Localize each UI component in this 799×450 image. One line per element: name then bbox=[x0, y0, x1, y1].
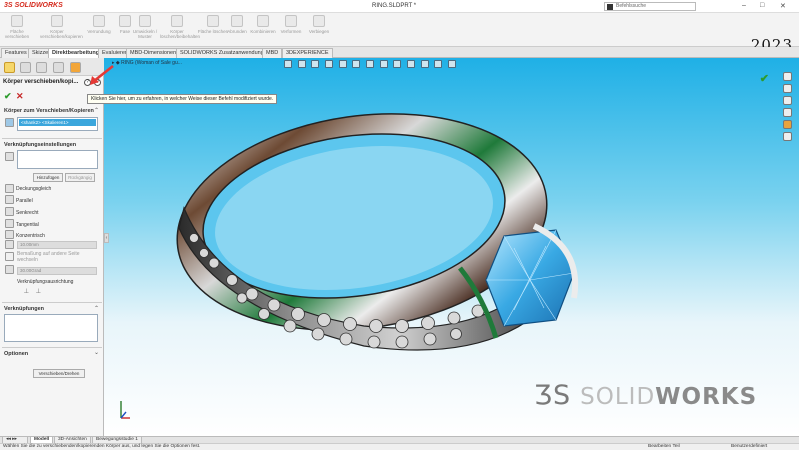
undo-mate-button[interactable]: Rückgängig bbox=[65, 173, 95, 182]
options-section-title: Optionen bbox=[4, 351, 29, 357]
distance-field[interactable]: 10.00mm bbox=[17, 241, 97, 249]
status-bar: Wählen Sie die zu verschiebenden/kopiere… bbox=[0, 443, 799, 450]
search-placeholder: Befehlssuche bbox=[616, 3, 647, 9]
command-tabs: Features Skizze Direktbearbeitung Evalui… bbox=[0, 47, 799, 58]
angle-field[interactable]: 30.00Grad bbox=[17, 267, 97, 275]
tab-addins[interactable]: SOLIDWORKS Zusatzanwendungen bbox=[176, 48, 274, 58]
panel-collapse-handle[interactable]: ‹ bbox=[104, 233, 109, 243]
flex-icon bbox=[313, 15, 325, 27]
tab-3dexperience[interactable]: 3DEXPERIENCE bbox=[282, 48, 333, 58]
angle-icon[interactable] bbox=[5, 265, 14, 274]
dimxpert-manager-tab-icon[interactable] bbox=[53, 62, 64, 73]
mates-section-title: Verknüpfungen bbox=[4, 306, 45, 312]
deform-icon bbox=[285, 15, 297, 27]
search-icon bbox=[607, 4, 613, 10]
status-message: Wählen Sie die zu verschiebenden/kopiere… bbox=[3, 444, 201, 449]
tab-features[interactable]: Features bbox=[1, 48, 31, 58]
delete-face-icon bbox=[207, 15, 219, 27]
chevron-up-icon[interactable]: ⌃ bbox=[94, 107, 99, 114]
round-icon bbox=[231, 15, 243, 27]
selected-body-item[interactable]: <shank2> <Skalieren1> bbox=[19, 119, 96, 126]
mate-type-concentric[interactable]: Konzentrisch bbox=[16, 233, 45, 239]
solidworks-watermark-logo: ƷS SOLIDWORKS bbox=[534, 380, 758, 411]
mate-settings-title: Verknüpfungseinstellungen bbox=[4, 142, 77, 148]
delete-body-button[interactable]: Körper löschen/beibehalten bbox=[160, 15, 200, 45]
property-manager-title: Körper verschieben/kopi... bbox=[3, 79, 79, 85]
minimize-icon[interactable]: – bbox=[742, 2, 746, 9]
cancel-x-icon[interactable]: ✕ bbox=[16, 91, 24, 102]
command-search-input[interactable]: Befehlssuche bbox=[604, 2, 696, 11]
wrap-icon bbox=[139, 15, 151, 27]
mate-type-tangent[interactable]: Tangential bbox=[16, 222, 39, 228]
document-title: RING.SLDPRT * bbox=[372, 3, 417, 9]
property-manager-tab-icon[interactable] bbox=[4, 62, 15, 73]
wrap-button[interactable]: Umwickeln / Muster bbox=[128, 15, 162, 45]
fillet-icon bbox=[93, 15, 105, 27]
solidworks-logo[interactable]: 3S SOLIDWORKS bbox=[4, 2, 63, 9]
bodies-selection-box[interactable]: <shank2> <Skalieren1> bbox=[17, 117, 98, 131]
section-divider bbox=[2, 347, 102, 348]
chevron-down-icon[interactable]: ⌄ bbox=[94, 349, 99, 356]
mate-type-parallel[interactable]: Parallel bbox=[16, 198, 33, 204]
chevron-up-icon[interactable]: ⌃ bbox=[94, 305, 99, 312]
section-divider bbox=[2, 138, 102, 139]
anti-aligned-icon[interactable]: ⟂ bbox=[36, 288, 41, 296]
whats-new-tooltip: Klicken Sie hier, um zu erfahren, in wel… bbox=[87, 94, 278, 104]
maximize-icon[interactable]: □ bbox=[760, 2, 764, 9]
flex-button[interactable]: Verbiegen bbox=[302, 15, 336, 45]
mate-alignment-label: Verknüpfungsausrichtung bbox=[17, 279, 74, 285]
mate-type-perpendicular[interactable]: Senkrecht bbox=[16, 210, 39, 216]
coincident-icon[interactable] bbox=[5, 184, 14, 193]
tab-direct-editing[interactable]: Direktbearbeitung bbox=[48, 48, 104, 58]
move-face-icon bbox=[11, 15, 23, 27]
move-rotate-button[interactable]: Verschieben/Drehen bbox=[33, 369, 85, 378]
delete-body-icon bbox=[171, 15, 183, 27]
tab-mbd-dimensions[interactable]: MBD-Dimensionen bbox=[126, 48, 181, 58]
mates-list-box[interactable] bbox=[4, 314, 98, 342]
move-copy-body-icon bbox=[51, 15, 63, 27]
solid-body-icon bbox=[5, 118, 14, 127]
distance-icon[interactable] bbox=[5, 240, 14, 249]
annotation-arrow-icon bbox=[90, 64, 114, 85]
graphics-area[interactable]: ▸ ◆ RING (Woman of Sale gu... ✔ ƷS SOLID… bbox=[104, 58, 799, 436]
tangent-icon[interactable] bbox=[5, 219, 14, 228]
move-copy-body-button[interactable]: Körper verschieben/kopieren bbox=[40, 15, 83, 45]
mate-selections-box[interactable] bbox=[17, 150, 98, 169]
property-manager-panel: Körper verschieben/kopi... ? ? ✔ ✕ Körpe… bbox=[0, 58, 104, 436]
move-face-button[interactable]: Fläche verschieben bbox=[0, 15, 34, 45]
ok-check-icon[interactable]: ✔ bbox=[4, 91, 12, 102]
bottom-tabs: ◂◂ ▸▸ Modell 3D-Ansichten Bewegungsstudi… bbox=[0, 436, 799, 444]
title-bar: 3S SOLIDWORKS RING.SLDPRT * Befehlssuche … bbox=[0, 0, 799, 13]
coordinate-triad-icon bbox=[120, 401, 130, 419]
configuration-manager-tab-icon[interactable] bbox=[36, 62, 47, 73]
add-mate-button[interactable]: Hinzufügen bbox=[33, 173, 63, 182]
perpendicular-icon[interactable] bbox=[5, 207, 14, 216]
display-manager-tab-icon[interactable] bbox=[70, 62, 81, 73]
command-manager-ribbon: Fläche verschieben Körper verschieben/ko… bbox=[0, 13, 799, 54]
aligned-icon[interactable]: ⟂ bbox=[24, 288, 29, 296]
concentric-icon[interactable] bbox=[5, 230, 14, 239]
mate-type-coincident[interactable]: Deckungsgleich bbox=[16, 186, 51, 192]
section-divider bbox=[2, 302, 102, 303]
tab-mbd[interactable]: MBD bbox=[262, 48, 283, 58]
units-status[interactable]: Benutzerdefiniert bbox=[731, 444, 767, 450]
close-icon[interactable]: ✕ bbox=[780, 2, 786, 10]
bodies-section-title: Körper zum Verschieben/Kopieren bbox=[4, 108, 94, 114]
edit-mode-status: Bearbeiten Teil bbox=[648, 444, 680, 449]
parallel-icon[interactable] bbox=[5, 195, 14, 204]
flip-dimension-checkbox[interactable] bbox=[5, 252, 14, 261]
feature-manager-tab-icon[interactable] bbox=[20, 62, 31, 73]
mate-entities-icon bbox=[5, 152, 14, 161]
flip-dimension-label: Bemaßung auf andere Seite wechseln bbox=[17, 251, 80, 263]
combine-icon bbox=[257, 15, 269, 27]
